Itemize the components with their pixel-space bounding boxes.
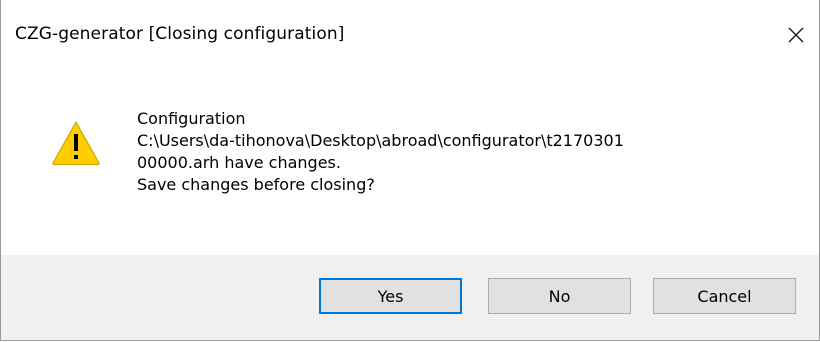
close-icon [788,27,804,43]
cancel-button[interactable]: Cancel [653,278,796,314]
title-bar[interactable]: CZG-generator [Closing configuration] [1,2,819,68]
close-button[interactable] [773,2,819,68]
message-line: Save changes before closing? [137,175,375,194]
warning-icon [51,120,101,166]
message-line: Configuration [137,109,246,128]
dialog-content: Configuration C:\Users\da-tihonova\Deskt… [1,68,819,255]
window-title: CZG-generator [Closing configuration] [15,24,345,44]
message-line: C:\Users\da-tihonova\Desktop\abroad\conf… [137,131,624,150]
no-button[interactable]: No [488,278,631,314]
message-text: Configuration C:\Users\da-tihonova\Deskt… [137,108,624,196]
message-line: 00000.arh have changes. [137,153,341,172]
button-bar: Yes No Cancel [1,255,819,340]
yes-button[interactable]: Yes [319,278,462,314]
message-dialog: CZG-generator [Closing configuration] Co… [0,0,820,341]
